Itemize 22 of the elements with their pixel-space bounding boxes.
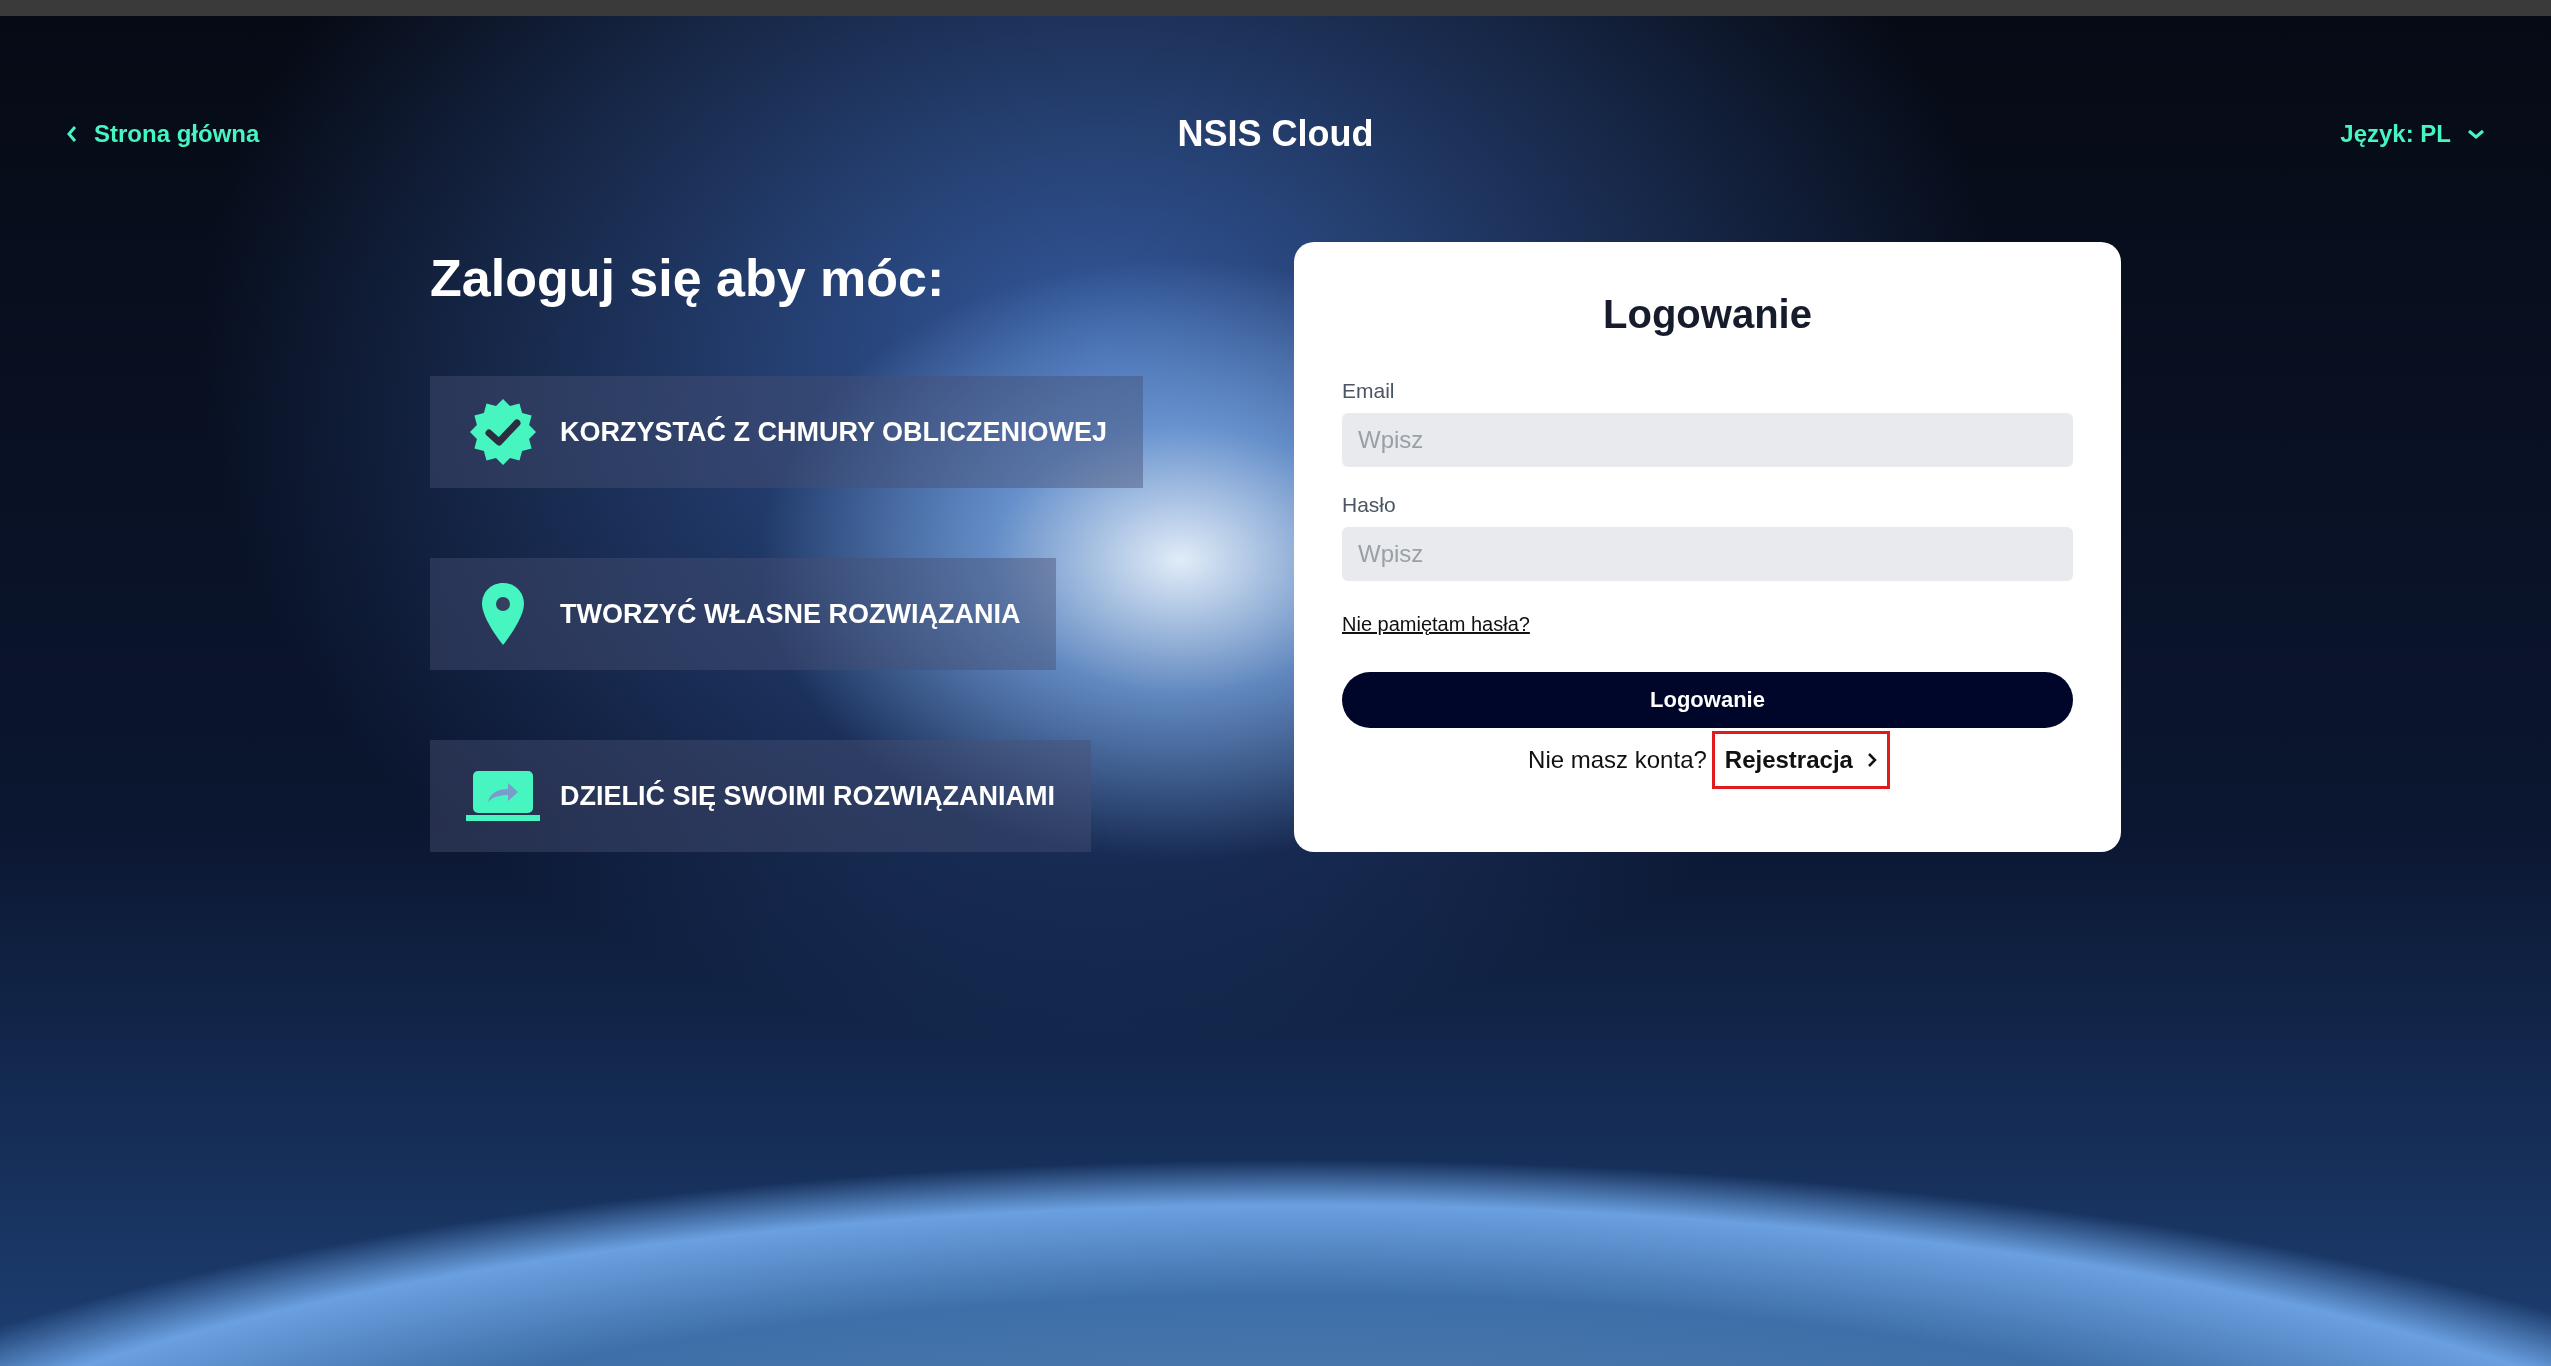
feature-label: TWORZYĆ WŁASNE ROZWIĄZANIA bbox=[560, 598, 1021, 630]
signup-prompt: Nie masz konta? bbox=[1528, 746, 1707, 774]
app-title: NSIS Cloud bbox=[1177, 113, 1374, 154]
chevron-right-icon bbox=[1866, 752, 1877, 768]
badge-check-icon bbox=[470, 399, 536, 465]
field-label: Email bbox=[1342, 379, 1396, 403]
chevron-down-icon bbox=[2467, 128, 2485, 140]
intro-heading: Zaloguj się aby móc: bbox=[430, 249, 945, 307]
map-pin-icon bbox=[482, 583, 524, 645]
field-label: Hasło bbox=[1342, 493, 1397, 517]
login-button[interactable]: Logowanie bbox=[1342, 672, 2073, 728]
register-link[interactable]: Rejestracja bbox=[1714, 734, 1887, 786]
language-selector[interactable]: Język: PL bbox=[2340, 120, 2485, 148]
forgot-password-link[interactable]: Nie pamiętam hasła? bbox=[1342, 613, 1530, 636]
feature-label: DZIELIĆ SIĘ SWOIMI ROZWIĄZANIAMI bbox=[560, 780, 1055, 812]
chevron-left-icon bbox=[66, 125, 78, 143]
login-title: Logowanie bbox=[1603, 292, 1812, 336]
password-field[interactable]: Wpisz bbox=[1342, 527, 2073, 581]
feature-label: KORZYSTAĆ Z CHMURY OBLICZENIOWEJ bbox=[560, 416, 1107, 448]
email-field[interactable]: Wpisz bbox=[1342, 413, 2073, 467]
laptop-share-icon bbox=[466, 771, 540, 821]
home-link[interactable]: Strona główna bbox=[66, 120, 260, 148]
